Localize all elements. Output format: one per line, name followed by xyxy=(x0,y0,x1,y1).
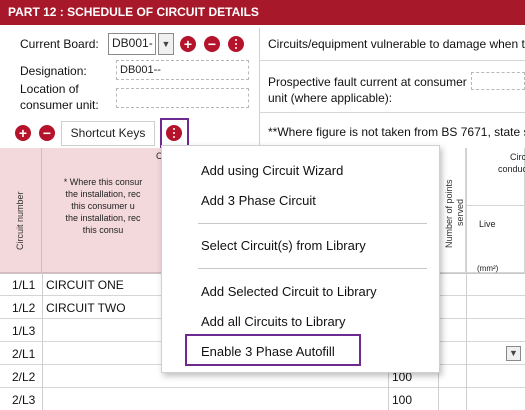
section-header: PART 12 : SCHEDULE OF CIRCUIT DETAILS xyxy=(0,0,525,25)
circuit-description-cell[interactable]: CIRCUIT TWO xyxy=(46,301,126,315)
header-note-line3: this consumer u xyxy=(71,201,135,211)
conductor-header-line2: conduc xyxy=(498,164,525,174)
designation-label: Designation: xyxy=(20,64,87,78)
add-board-button[interactable]: + xyxy=(180,36,196,52)
right-divider-2 xyxy=(259,112,525,113)
circuit-description-cell[interactable]: CIRCUIT ONE xyxy=(46,278,124,292)
circuit-number-cell: 2/L1 xyxy=(12,347,36,361)
header-note-line2: the installation, rec xyxy=(65,189,141,199)
pfc-label-line1: Prospective fault current at consumer xyxy=(268,75,467,89)
location-label-line1: Location of xyxy=(20,82,79,96)
bs7671-note: **Where figure is not taken from BS 7671… xyxy=(268,125,525,139)
header-note-line4: the installation, rec xyxy=(65,213,141,223)
circuit-number-cell: 2/L2 xyxy=(12,370,36,384)
remove-board-button[interactable]: − xyxy=(204,36,220,52)
conductor-header-line1: Circ xyxy=(510,152,525,162)
autofill-highlight xyxy=(185,334,361,366)
more-options-highlight xyxy=(160,118,189,148)
unit-label: (mm²) xyxy=(477,264,499,273)
designation-field[interactable]: DB001-- xyxy=(116,60,249,80)
menu-item-add-circuit-wizard[interactable]: Add using Circuit Wizard xyxy=(162,160,439,182)
menu-item-add-selected-to-library[interactable]: Add Selected Circuit to Library xyxy=(162,281,439,303)
points-served-label-1: Number of points xyxy=(444,179,454,248)
header-note-line5: this consu xyxy=(82,225,124,235)
circuit-number-cell: 1/L3 xyxy=(12,324,36,338)
current-board-select[interactable]: DB001- xyxy=(108,33,156,55)
shortcut-keys-button[interactable]: Shortcut Keys xyxy=(61,121,155,146)
live-header xyxy=(466,206,525,273)
vulnerable-circuits-text: Circuits/equipment vulnerable to damage … xyxy=(268,37,525,51)
chevron-down-icon[interactable]: ▼ xyxy=(158,33,174,55)
menu-separator xyxy=(198,223,427,224)
menu-item-add-3-phase-circuit[interactable]: Add 3 Phase Circuit xyxy=(162,190,439,212)
col-line xyxy=(42,273,43,410)
circuit-number-header-label: Circuit number xyxy=(15,191,25,250)
header-note-line1: * Where this consur xyxy=(63,177,143,187)
circuit-number-cell: 1/L2 xyxy=(12,301,36,315)
menu-item-add-all-to-library[interactable]: Add all Circuits to Library xyxy=(162,311,439,333)
pfc-field[interactable] xyxy=(471,72,525,90)
points-served-label-2: served xyxy=(455,198,465,226)
live-label: Live xyxy=(479,219,496,229)
chevron-down-icon[interactable]: ▼ xyxy=(506,346,521,361)
row-line xyxy=(0,387,525,388)
circuit-number-cell: 2/L3 xyxy=(12,393,36,407)
menu-item-select-from-library[interactable]: Select Circuit(s) from Library xyxy=(162,235,439,257)
pfc-label-line2: unit (where applicable): xyxy=(268,91,393,105)
current-board-label: Current Board: xyxy=(20,37,99,51)
panel-divider xyxy=(259,28,260,146)
menu-separator xyxy=(198,268,427,269)
right-divider xyxy=(259,60,525,61)
location-label-line2: consumer unit: xyxy=(20,98,99,112)
circuit-number-cell: 1/L1 xyxy=(12,278,36,292)
col-line xyxy=(466,148,467,410)
remove-circuit-button[interactable]: − xyxy=(39,125,55,141)
location-field[interactable] xyxy=(116,88,249,108)
add-circuit-button[interactable]: + xyxy=(15,125,31,141)
circuit-value-cell[interactable]: 100 xyxy=(392,393,412,407)
board-more-options-icon[interactable] xyxy=(228,36,244,52)
